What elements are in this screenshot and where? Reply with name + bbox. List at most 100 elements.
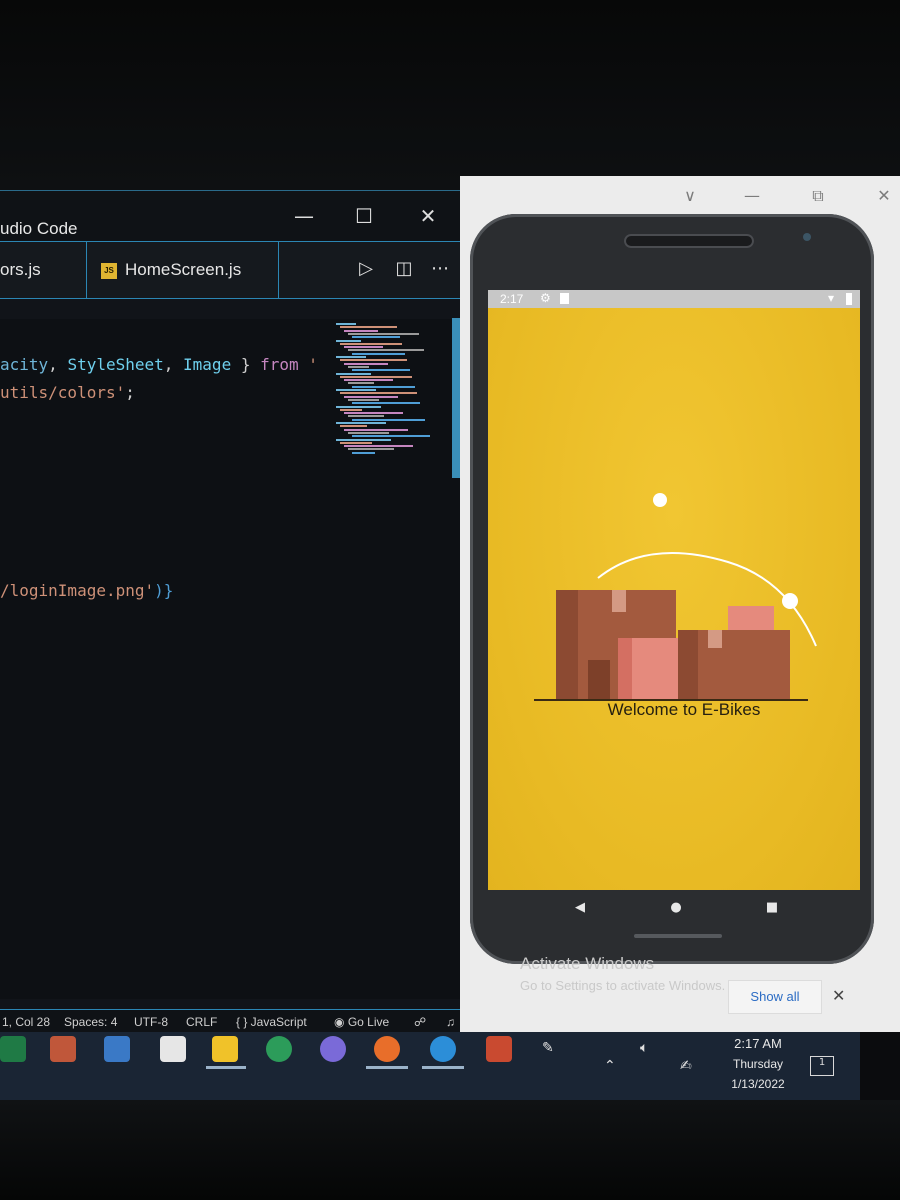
notepad-icon[interactable] [160, 1036, 186, 1062]
camera-icon [803, 233, 811, 241]
js-file-icon: JS [101, 262, 117, 279]
minimap-line [352, 385, 415, 388]
collapse-button[interactable]: ∨ [678, 186, 702, 205]
minimap-line [344, 412, 403, 415]
media-icon[interactable] [50, 1036, 76, 1062]
minimap-line [344, 362, 388, 365]
github-icon[interactable] [320, 1036, 346, 1062]
excel-icon[interactable] [0, 1036, 26, 1062]
vscode-titlebar: udio Code — ☐ ✕ [0, 191, 460, 241]
speaker-grille [624, 234, 754, 248]
minimize-button[interactable]: — [740, 186, 764, 205]
code-line-imports: acity, StyleSheet, Image } from ' [0, 355, 318, 374]
clock-time: 2:17 AM [734, 1036, 782, 1051]
maximize-button[interactable]: ☐ [344, 199, 384, 233]
minimap-line [336, 356, 366, 358]
code-token: Image [183, 355, 232, 374]
cursor-position[interactable]: 1, Col 28 [2, 1015, 50, 1029]
dot-right [782, 593, 798, 609]
minimap-line [344, 395, 398, 398]
minimap-line [344, 428, 408, 431]
encoding[interactable]: UTF-8 [134, 1015, 168, 1029]
code-line-colors-import: utils/colors'; [0, 383, 135, 402]
restore-button[interactable]: ⧉ [806, 186, 830, 206]
active-indicator [366, 1066, 408, 1069]
code-token: ' [298, 355, 318, 374]
firefox-icon[interactable] [374, 1036, 400, 1062]
minimap-line [344, 346, 383, 349]
volume-icon[interactable]: 🔈︎ [640, 1040, 648, 1056]
minimap-line [348, 382, 374, 385]
minimap-line [352, 435, 430, 438]
editor-scrollbar[interactable] [452, 318, 460, 478]
minimap[interactable] [330, 319, 448, 459]
minimap-line [352, 402, 420, 405]
edge-icon[interactable] [430, 1036, 456, 1062]
photo-dark-background-top [0, 0, 900, 190]
line-ending[interactable]: CRLF [186, 1015, 217, 1029]
status-time: 2:17 [500, 292, 524, 306]
minimap-line [352, 451, 375, 454]
tab-homescreen-js[interactable]: JS HomeScreen.js [87, 242, 279, 298]
notification-icon[interactable]: 1 [810, 1056, 834, 1076]
code-token: acity [0, 355, 49, 374]
indent-setting[interactable]: Spaces: 4 [64, 1015, 117, 1029]
code-token: , [163, 355, 184, 374]
tab-colors-js[interactable]: ors.js [0, 242, 87, 298]
login-illustration [534, 493, 817, 701]
close-button[interactable]: ✕ [872, 186, 896, 205]
more-icon[interactable]: ⋯ [428, 257, 452, 281]
run-icon[interactable]: ▷ [354, 257, 378, 281]
close-icon[interactable]: ✕ [832, 986, 845, 1005]
phone-device: 2:17 ⚙ ▾ Welcome to E-Bikes ◀ ● ■ [470, 214, 874, 964]
chrome-icon[interactable] [266, 1036, 292, 1062]
window-title: udio Code [0, 219, 78, 238]
code-token: StyleSheet [67, 355, 164, 374]
phone-screen[interactable]: 2:17 ⚙ ▾ Welcome to E-Bikes [488, 290, 860, 890]
mail-icon[interactable] [104, 1036, 130, 1062]
home-icon[interactable]: ● [666, 898, 686, 918]
minimap-line [352, 336, 400, 339]
minimap-line [352, 369, 410, 372]
minimap-line [336, 372, 371, 375]
code-token: utils/colors' [0, 383, 126, 402]
status-bar: 1, Col 28 Spaces: 4 UTF-8 CRLF { } JavaS… [0, 1009, 460, 1034]
minimap-line [344, 445, 413, 448]
minimap-line [348, 448, 394, 451]
photo-dark-background-bottom [0, 1100, 900, 1200]
sticky-notes-icon[interactable] [212, 1036, 238, 1062]
minimap-line [348, 398, 379, 401]
back-icon[interactable]: ◀ [570, 898, 590, 918]
activate-windows-watermark: Activate Windows Go to Settings to activ… [520, 954, 725, 993]
home-indicator [634, 934, 722, 938]
chevron-up-icon[interactable]: ⌃ [604, 1058, 616, 1074]
sd-card-icon [560, 293, 569, 304]
box-small [728, 606, 774, 630]
minimap-line [336, 438, 391, 441]
windows-taskbar: ✎ ⌃ 🔈︎ ✍︎ 2:17 AM Thursday 1/13/2022 1 [0, 1032, 860, 1104]
minimap-line [348, 365, 369, 368]
language-mode[interactable]: { } JavaScript [236, 1015, 307, 1029]
show-all-button[interactable]: Show all [728, 980, 822, 1014]
code-line-image-source: /loginImage.png')} [0, 581, 173, 600]
clock[interactable]: 2:17 AM Thursday 1/13/2022 [716, 1036, 800, 1091]
powerpoint-icon[interactable] [486, 1036, 512, 1062]
code-token: from [260, 355, 299, 374]
pen-icon[interactable]: ✎ [542, 1040, 554, 1056]
minimize-button[interactable]: — [284, 199, 324, 233]
code-token: ; [125, 383, 135, 402]
minimap-line [348, 431, 389, 434]
wifi-icon: ▾ [828, 291, 835, 305]
bell-icon[interactable]: ♫ [446, 1015, 455, 1029]
editor-actions: ▷ ◫ ⋯ [340, 241, 460, 297]
minimap-line [340, 425, 367, 428]
tab-label: HomeScreen.js [125, 260, 242, 279]
close-button[interactable]: ✕ [408, 199, 448, 233]
recents-icon[interactable]: ■ [762, 898, 782, 918]
split-editor-icon[interactable]: ◫ [392, 257, 416, 281]
code-editor[interactable]: acity, StyleSheet, Image } from ' utils/… [0, 319, 460, 999]
feedback-icon[interactable]: ☍ [414, 1015, 426, 1029]
go-live-button[interactable]: ◉ Go Live [334, 1015, 389, 1029]
handwriting-icon[interactable]: ✍︎ [680, 1058, 692, 1074]
minimap-line [348, 349, 424, 352]
